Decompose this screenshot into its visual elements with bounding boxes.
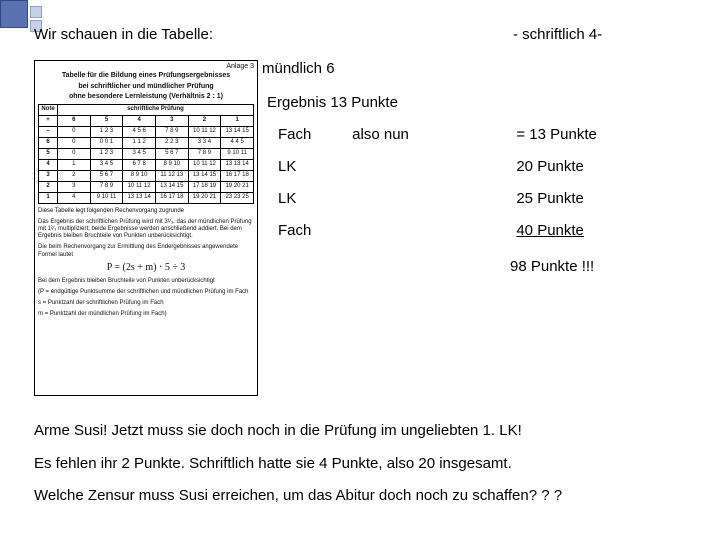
row-fach: Fach xyxy=(278,222,348,239)
points-total: 98 Punkte !!! xyxy=(510,258,594,275)
points-row-4: Fach 40 Punkte xyxy=(278,222,686,239)
anlage-title-2: bei schriftlicher und mündlicher Prüfung xyxy=(38,83,254,91)
anlage-foot-3: Die beim Rechenvorgang zur Ermittlung de… xyxy=(38,244,254,258)
row-pts: = 13 Punkte xyxy=(516,126,596,143)
anlage-tag: Anlage 3 xyxy=(38,63,254,71)
result-value: Ergebnis 13 Punkte xyxy=(267,94,398,111)
intro-label: Wir schauen in die Tabelle: xyxy=(34,26,213,43)
anlage-col-hdr: schriftliche Prüfung xyxy=(58,104,254,115)
written-value: - schriftlich 4- xyxy=(513,26,602,43)
anlage-row-hdr: Note xyxy=(39,104,58,115)
row-fach: Fach xyxy=(278,126,348,143)
anlage-legend-s: s = Punktzahl der schriftlichen Prüfung … xyxy=(38,300,254,307)
anlage-legend-p: (P = endgültige Punktsumme der schriftli… xyxy=(38,289,254,296)
row-fach: LK xyxy=(278,190,348,207)
bottom-line-1: Arme Susi! Jetzt muss sie doch noch in d… xyxy=(34,421,686,441)
bottom-line-2: Es fehlen ihr 2 Punkte. Schriftlich hatt… xyxy=(34,454,686,474)
row-pts: 20 Punkte xyxy=(516,158,584,175)
points-row-3: LK 25 Punkte xyxy=(278,190,686,207)
oral-value: mündlich 6 xyxy=(262,60,335,77)
bottom-line-3: Welche Zensur muss Susi erreichen, um da… xyxy=(34,486,686,506)
anlage3-table-image: Anlage 3 Tabelle für die Bildung eines P… xyxy=(34,60,258,396)
anlage-legend-m: m = Punktzahl der mündlichen Prüfung im … xyxy=(38,311,254,318)
anlage-title-3: ohne besondere Lernleistung (Verhältnis … xyxy=(38,93,254,101)
row-mid: also nun xyxy=(352,126,512,143)
anlage-formula: P = (2s + m) · 5 ÷ 3 xyxy=(38,262,254,274)
anlage-foot-4: Bei dem Ergebnis bleiben Bruchteile von … xyxy=(38,278,254,285)
anlage-title-1: Tabelle für die Bildung eines Prüfungser… xyxy=(38,72,254,80)
intro-line: Wir schauen in die Tabelle: - schriftlic… xyxy=(34,26,686,43)
anlage-foot-2: Das Ergebnis der schriftlichen Prüfung w… xyxy=(38,219,254,241)
row-fach: LK xyxy=(278,158,348,175)
points-row-2: LK 20 Punkte xyxy=(278,158,686,175)
anlage-grid: Note schriftliche Prüfung + 6 5 4 3 2 1 … xyxy=(38,104,254,204)
row-pts: 25 Punkte xyxy=(516,190,584,207)
row-pts: 40 Punkte xyxy=(516,222,584,239)
slide-body: Wir schauen in die Tabelle: - schriftlic… xyxy=(0,0,720,540)
bottom-paragraphs: Arme Susi! Jetzt muss sie doch noch in d… xyxy=(34,421,686,518)
points-row-1: Fach also nun = 13 Punkte xyxy=(278,126,686,143)
anlage-foot-1: Diese Tabelle legt folgenden Rechenvorga… xyxy=(38,208,254,215)
